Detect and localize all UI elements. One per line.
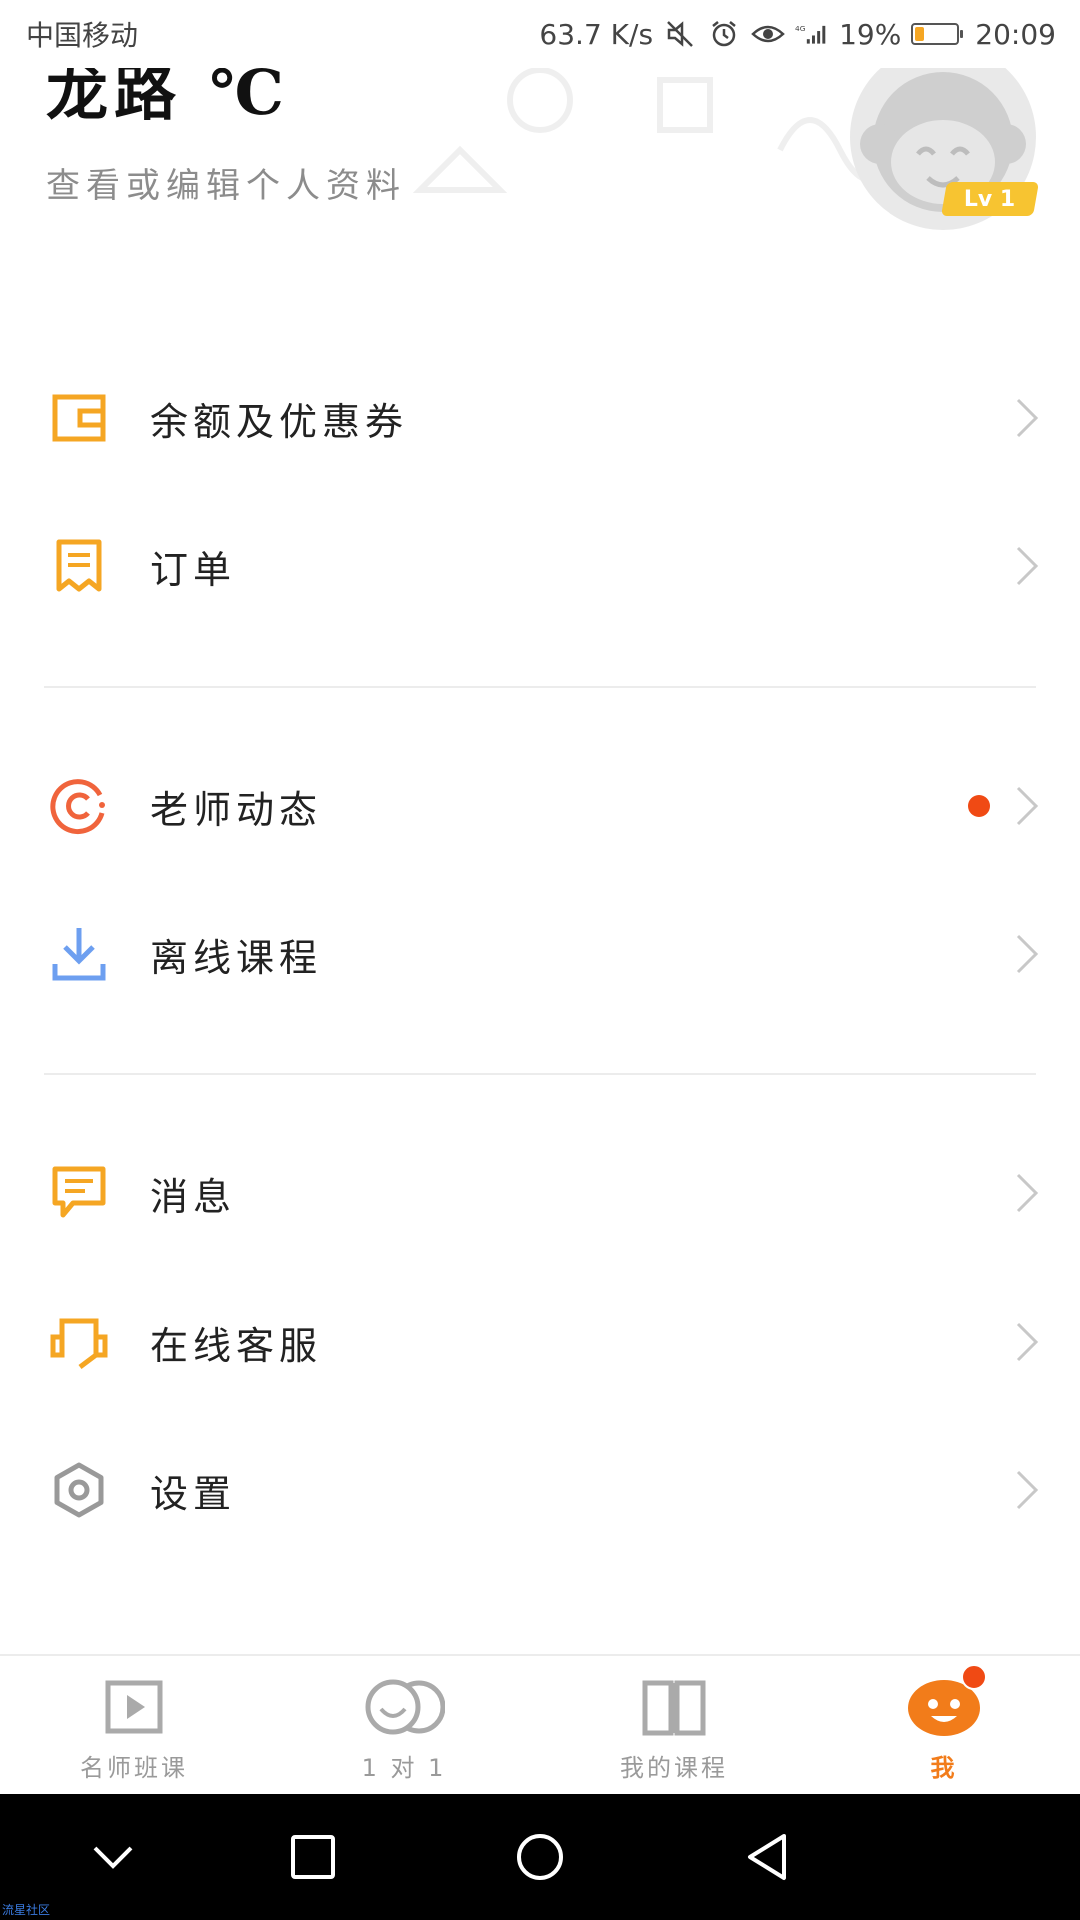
carrier-name: 中国移动 [26,19,139,52]
eye-icon [751,17,785,51]
tab-label: 我的课程 [620,1754,728,1782]
home-button[interactable] [505,1822,575,1892]
tab-famous-teacher-classes[interactable]: 名师班课 [34,1674,234,1786]
wallet-icon [48,387,110,449]
svg-text:4G: 4G [795,24,806,33]
tab-one-on-one[interactable]: 1 对 1 [304,1674,504,1786]
tab-label: 我 [930,1754,958,1782]
chevron-right-icon [1016,1173,1039,1213]
level-text: Lv 1 [964,186,1016,212]
play-video-icon [89,1674,179,1740]
download-icon [48,923,110,985]
signal-4g-icon: 4G [795,17,829,51]
screen: 龙路 ℃ 查看或编辑个人资料 Lv 1 中国移动 63.7 K/s 4G 19%… [0,0,1080,1920]
level-badge: Lv 1 [941,182,1039,216]
chevron-right-icon [1016,546,1039,586]
menu-label: 老师动态 [150,787,323,832]
status-indicators: 63.7 K/s 4G 19% 20:09 [539,17,1056,51]
alarm-icon [707,17,741,51]
menu-label: 余额及优惠券 [150,399,409,444]
tab-my-courses[interactable]: 我的课程 [574,1674,774,1786]
one-on-one-icon [359,1674,449,1740]
menu-label: 离线课程 [150,935,323,980]
menu-item-balance-coupons[interactable]: 余额及优惠券 [0,344,1080,492]
chevron-right-icon [1016,786,1039,826]
chevron-right-icon [1016,1470,1039,1510]
menu-label: 在线客服 [150,1323,323,1368]
notification-dot [968,795,990,817]
settings-icon [48,1459,110,1521]
menu-item-customer-service[interactable]: 在线客服 [0,1268,1080,1416]
network-speed: 63.7 K/s [539,17,654,51]
edit-profile-link[interactable]: 查看或编辑个人资料 [46,158,406,207]
chevron-right-icon [1016,1322,1039,1362]
chevron-right-icon [1016,398,1039,438]
menu-label: 订单 [150,547,237,592]
book-icon [629,1674,719,1740]
message-icon [48,1162,110,1224]
tab-badge [961,1664,987,1690]
tab-me[interactable]: 我 [844,1664,1044,1786]
tab-label: 名师班课 [80,1754,188,1782]
mascot-face-icon [899,1664,989,1740]
mute-icon [663,17,697,51]
menu-item-messages[interactable]: 消息 [0,1119,1080,1267]
teacher-feed-icon [48,775,110,837]
system-navigation-bar: 流星社区 [0,1794,1080,1920]
watermark: 流星社区 [2,1903,51,1917]
menu-label: 设置 [150,1471,237,1516]
battery-percent: 19% [839,17,902,51]
menu-label: 消息 [150,1174,237,1219]
divider [44,686,1036,688]
clock: 20:09 [975,17,1056,51]
status-bar: 中国移动 63.7 K/s 4G 19% 20:09 [0,0,1080,68]
recents-button[interactable] [278,1822,348,1892]
divider [44,1073,1036,1075]
receipt-icon [48,535,110,597]
battery-fill [915,27,924,41]
chevron-down-icon[interactable] [78,1822,148,1892]
back-button[interactable] [732,1822,802,1892]
bottom-tab-bar: 名师班课 1 对 1 我的课程 我 [0,1654,1080,1794]
battery-icon [911,23,964,45]
menu-item-orders[interactable]: 订单 [0,492,1080,640]
menu-item-settings[interactable]: 设置 [0,1416,1080,1564]
customer-service-icon [48,1311,110,1373]
chevron-right-icon [1016,934,1039,974]
menu-item-teacher-feed[interactable]: 老师动态 [0,732,1080,880]
tab-label: 1 对 1 [361,1754,447,1782]
menu-item-offline-courses[interactable]: 离线课程 [0,880,1080,1028]
